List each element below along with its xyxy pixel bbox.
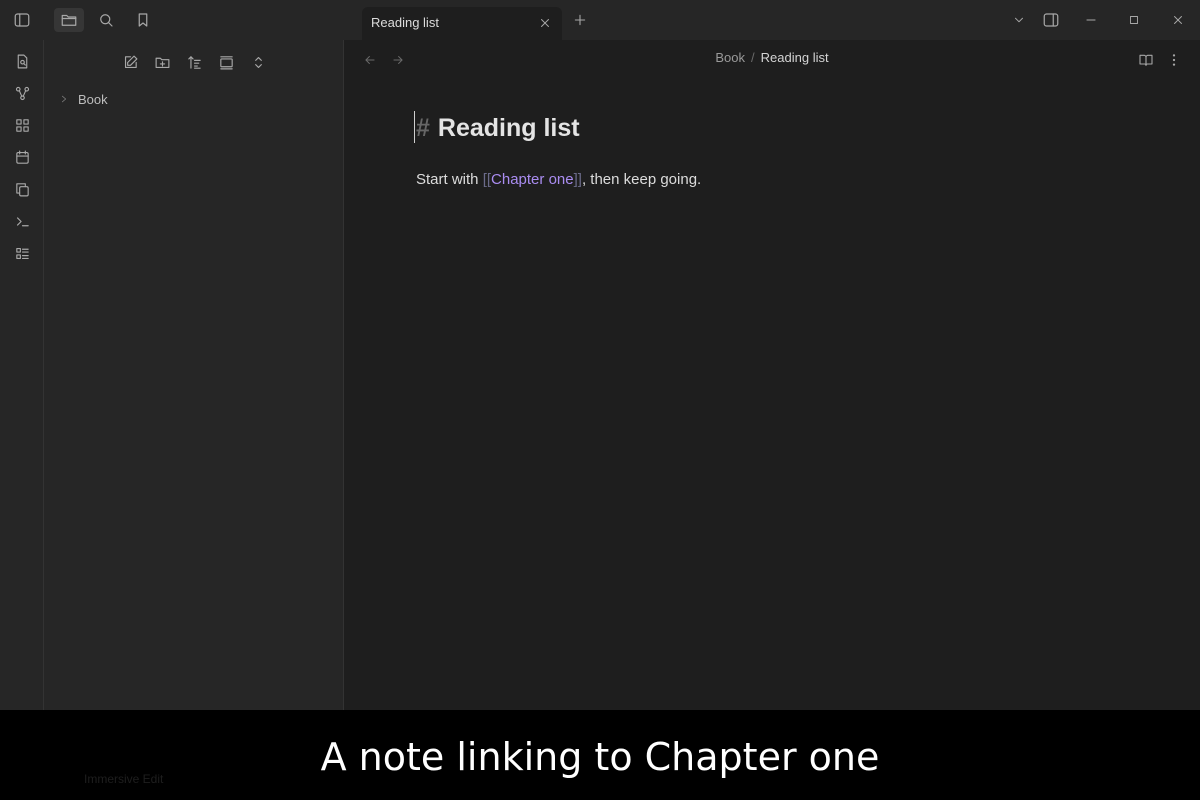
close-icon[interactable]	[536, 14, 554, 32]
chevron-right-icon	[56, 91, 72, 107]
expand-collapse-icon[interactable]	[246, 52, 270, 72]
reading-view-icon[interactable]	[1136, 50, 1156, 70]
plus-icon[interactable]	[570, 10, 590, 30]
tab-list-chevron-icon[interactable]	[1008, 10, 1030, 30]
note-heading[interactable]: # Reading list	[416, 114, 580, 143]
text-cursor	[414, 111, 415, 143]
search-icon[interactable]	[91, 8, 121, 32]
title-bar: Reading list	[0, 0, 1200, 40]
folder-label: Book	[78, 91, 108, 107]
breadcrumb: Book / Reading list	[344, 50, 1200, 65]
bookmark-icon[interactable]	[128, 8, 158, 32]
left-ribbon	[0, 40, 44, 710]
new-folder-icon[interactable]	[150, 52, 174, 72]
tab-reading-list[interactable]: Reading list	[362, 7, 562, 40]
auto-reveal-icon[interactable]	[214, 52, 238, 72]
quick-switcher-icon[interactable]	[12, 51, 32, 71]
graph-view-icon[interactable]	[12, 83, 32, 103]
heading-marker: #	[416, 114, 430, 142]
copy-icon[interactable]	[12, 179, 32, 199]
paragraph-lead: Start with	[416, 171, 483, 188]
new-note-icon[interactable]	[118, 52, 142, 72]
minimize-icon[interactable]	[1080, 10, 1102, 30]
terminal-icon[interactable]	[12, 211, 32, 231]
link-close-bracket: ]]	[573, 171, 582, 188]
more-options-icon[interactable]	[1164, 50, 1184, 70]
calendar-icon[interactable]	[12, 147, 32, 167]
heading-text: Reading list	[437, 114, 580, 142]
caption-text: A note linking to Chapter one	[320, 735, 880, 779]
canvas-icon[interactable]	[12, 115, 32, 135]
sidebar-toggle-icon[interactable]	[7, 8, 37, 32]
maximize-icon[interactable]	[1123, 10, 1145, 30]
window-close-icon[interactable]	[1167, 10, 1189, 30]
tab-title: Reading list	[371, 15, 439, 30]
paragraph-tail: , then keep going.	[581, 171, 702, 188]
note-paragraph[interactable]: Start with [[Chapter one]], then keep go…	[416, 171, 701, 188]
right-sidebar-toggle-icon[interactable]	[1040, 10, 1062, 30]
editor-pane: Book / Reading list # Reading list Start wi…	[344, 40, 1200, 710]
breadcrumb-parent[interactable]: Book	[715, 50, 745, 65]
breadcrumb-separator: /	[751, 50, 755, 65]
folder-item-book[interactable]: Book	[56, 88, 326, 110]
sort-icon[interactable]	[182, 52, 206, 72]
file-explorer: Book	[44, 40, 344, 710]
folder-icon[interactable]	[54, 8, 84, 32]
outline-list-icon[interactable]	[12, 243, 32, 263]
link-open-bracket: [[	[482, 171, 492, 188]
breadcrumb-current[interactable]: Reading list	[761, 50, 829, 65]
internal-link[interactable]: Chapter one	[491, 171, 574, 188]
